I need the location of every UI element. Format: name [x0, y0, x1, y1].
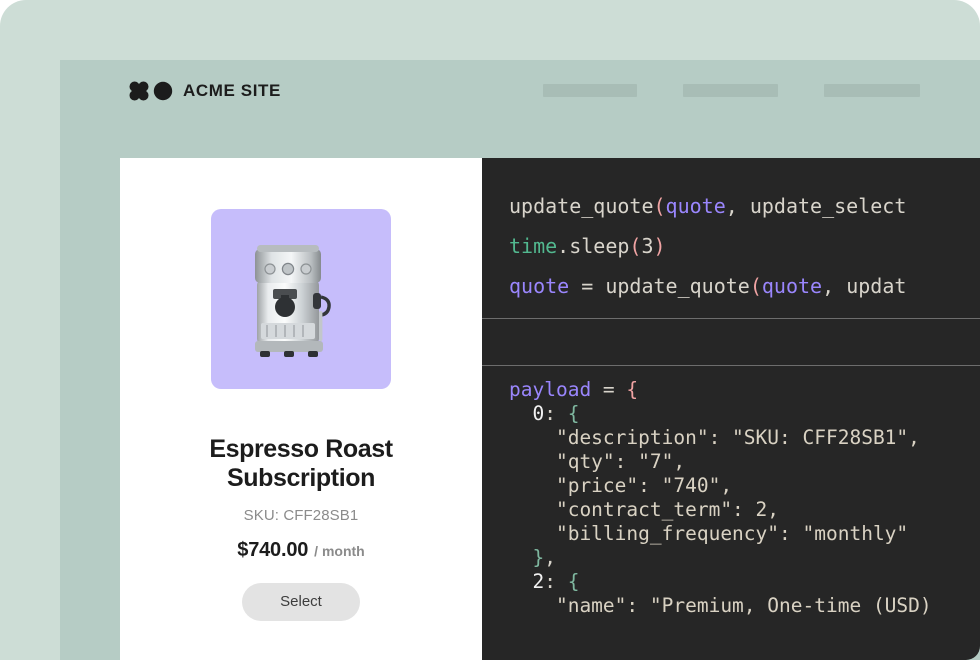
code-token: : — [544, 402, 567, 425]
code-token: = — [591, 378, 626, 401]
product-title: Espresso Roast Subscription — [181, 435, 421, 494]
code-token: quote — [509, 274, 569, 298]
code-token: .sleep — [557, 234, 629, 258]
code-token: , — [544, 546, 556, 569]
brand-name: ACME SITE — [183, 81, 281, 101]
nav-placeholder-group — [543, 84, 920, 97]
code-line: quote = update_quote(quote, updat — [509, 266, 980, 306]
code-token: time — [509, 234, 557, 258]
code-token: = update_quote — [569, 274, 750, 298]
code-token: ( — [654, 194, 666, 218]
espresso-machine-icon — [243, 237, 359, 361]
code-empty-band — [482, 319, 980, 365]
code-token — [509, 570, 532, 593]
code-token: "qty": "7", — [509, 450, 685, 473]
site-header: ACME SITE — [60, 60, 980, 158]
code-line: "description": "SKU: CFF28SB1", — [509, 426, 980, 450]
code-token: "price": "740", — [509, 474, 732, 497]
price-row: $740.00 / month — [237, 539, 364, 562]
select-button[interactable]: Select — [242, 583, 360, 621]
code-token: "billing_frequency": "monthly" — [509, 522, 908, 545]
nav-placeholder-3[interactable] — [824, 84, 920, 97]
product-card: Espresso Roast Subscription SKU: CFF28SB… — [120, 158, 482, 660]
code-token: { — [568, 570, 580, 593]
code-token: quote — [666, 194, 726, 218]
nav-placeholder-1[interactable] — [543, 84, 637, 97]
code-token: { — [626, 378, 638, 401]
brand-logo[interactable]: ACME SITE — [128, 80, 281, 102]
code-block-one: update_quote(quote, update_selecttime.sl… — [482, 158, 980, 318]
content-row: Espresso Roast Subscription SKU: CFF28SB… — [120, 158, 980, 660]
code-line: 0: { — [509, 402, 980, 426]
code-panel[interactable]: update_quote(quote, update_selecttime.sl… — [482, 158, 980, 660]
code-token: "contract_term": 2, — [509, 498, 779, 521]
clover-icon — [128, 80, 150, 102]
code-token — [509, 402, 532, 425]
price-amount: $740.00 — [237, 539, 308, 562]
code-token: update_quote — [509, 194, 654, 218]
code-token: , updat — [822, 274, 906, 298]
code-line: "billing_frequency": "monthly" — [509, 522, 980, 546]
code-token: 0 — [532, 402, 544, 425]
circle-icon — [153, 80, 173, 102]
code-token: quote — [762, 274, 822, 298]
code-token: "name": "Premium, One-time (USD) — [509, 594, 932, 617]
code-token: "description": "SKU: CFF28SB1", — [509, 426, 920, 449]
code-line: payload = { — [509, 378, 980, 402]
code-line: "qty": "7", — [509, 450, 980, 474]
price-period: / month — [314, 543, 365, 559]
code-token — [509, 546, 532, 569]
code-token: payload — [509, 378, 591, 401]
code-line: "contract_term": 2, — [509, 498, 980, 522]
code-line: update_quote(quote, update_select — [509, 186, 980, 226]
code-line: "name": "Premium, One-time (USD) — [509, 594, 980, 618]
site-panel: ACME SITE — [60, 60, 980, 660]
code-token: 3 — [641, 234, 653, 258]
product-sku: SKU: CFF28SB1 — [244, 507, 359, 524]
code-line: }, — [509, 546, 980, 570]
code-line: "price": "740", — [509, 474, 980, 498]
code-block-two: payload = { 0: { "description": "SKU: CF… — [482, 366, 980, 630]
code-token: { — [568, 402, 580, 425]
code-token: : — [544, 570, 567, 593]
code-token: ( — [750, 274, 762, 298]
product-image-tile — [211, 209, 391, 389]
logo-mark — [128, 80, 173, 102]
code-token: ) — [654, 234, 666, 258]
code-token: 2 — [532, 570, 544, 593]
code-token: ( — [629, 234, 641, 258]
code-token: } — [532, 546, 544, 569]
nav-placeholder-2[interactable] — [683, 84, 778, 97]
screenshot-root: ACME SITE — [0, 0, 980, 660]
code-line: 2: { — [509, 570, 980, 594]
code-line: time.sleep(3) — [509, 226, 980, 266]
code-token: , update_select — [726, 194, 907, 218]
